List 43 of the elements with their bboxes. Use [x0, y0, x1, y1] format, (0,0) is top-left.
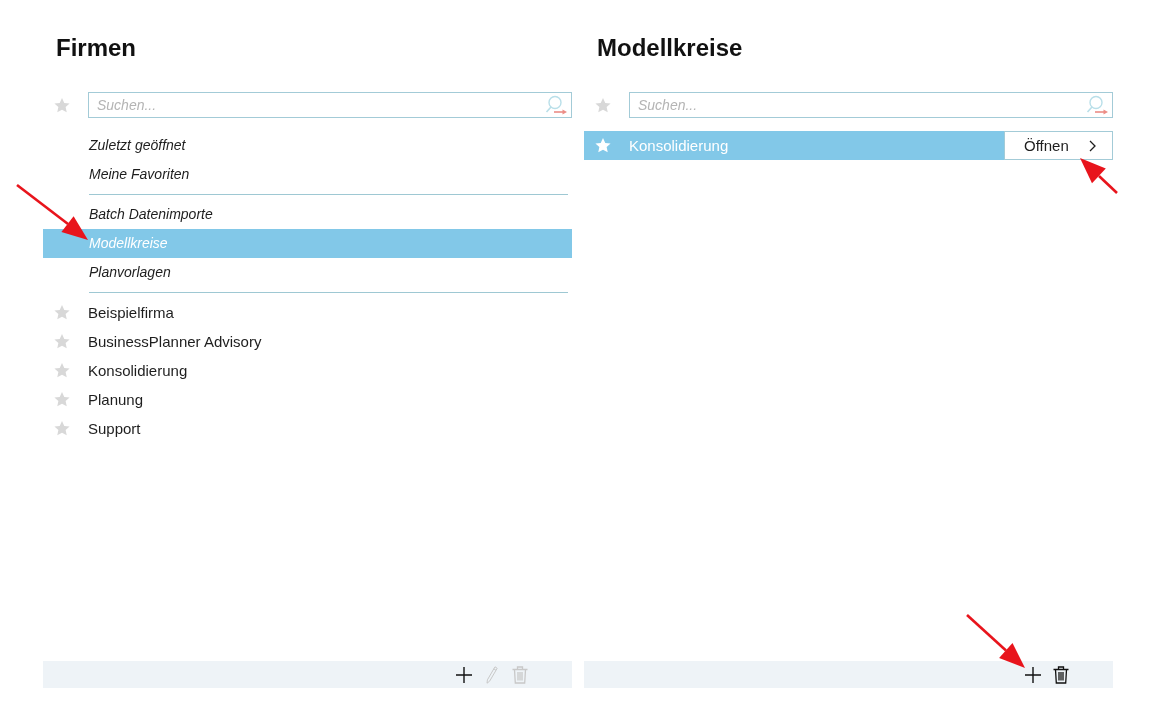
star-icon[interactable]: [595, 138, 611, 153]
list-item[interactable]: Konsolidierung: [43, 356, 572, 385]
chevron-icon: [1089, 139, 1096, 152]
star-icon[interactable]: [54, 392, 70, 407]
search-field[interactable]: Suchen...: [88, 92, 572, 118]
pencil-icon: [486, 665, 498, 684]
nav-item[interactable]: Batch Datenimporte: [43, 200, 572, 229]
arrow-annotation: [1080, 158, 1118, 194]
item-label: Planung: [88, 391, 144, 408]
list-item[interactable]: BusinessPlanner Advisory: [43, 327, 572, 356]
search-icon[interactable]: [543, 95, 567, 115]
add-button[interactable]: [456, 665, 472, 684]
star-icon[interactable]: [54, 334, 70, 349]
nav-item[interactable]: Meine Favoriten: [43, 160, 572, 189]
panel-title: Firmen: [56, 33, 136, 63]
search-field[interactable]: Suchen...: [629, 92, 1113, 118]
plus-icon: [1025, 666, 1041, 683]
trash-icon: [1053, 665, 1069, 684]
add-button[interactable]: [1025, 665, 1041, 684]
list-item[interactable]: Support: [43, 414, 572, 443]
list-item[interactable]: Beispielfirma: [43, 298, 572, 327]
trash-icon: [512, 665, 528, 684]
star-icon[interactable]: [595, 97, 611, 113]
item-label: BusinessPlanner Advisory: [88, 333, 262, 350]
item-label: Beispielfirma: [88, 304, 174, 321]
nav-item[interactable]: Zuletzt geöffnet: [43, 131, 572, 160]
star-icon[interactable]: [54, 363, 70, 378]
item-label: Support: [88, 420, 141, 437]
delete-button[interactable]: [1053, 665, 1069, 684]
list-item[interactable]: Planung: [43, 385, 572, 414]
arrow-annotation: [16, 183, 88, 240]
panel-title: Modellkreise: [597, 33, 743, 63]
plus-icon: [456, 666, 472, 683]
item-label: Konsolidierung: [629, 137, 729, 154]
star-icon[interactable]: [54, 97, 70, 113]
item-label: Konsolidierung: [88, 362, 188, 379]
nav-item[interactable]: Planvorlagen: [43, 258, 572, 287]
arrow-annotation: [966, 614, 1025, 668]
star-icon[interactable]: [54, 421, 70, 436]
open-button[interactable]: Öffnen: [1004, 131, 1113, 160]
star-icon[interactable]: [54, 305, 70, 320]
list-item[interactable]: Konsolidierung Öffnen: [584, 131, 1113, 160]
search-icon[interactable]: [1084, 95, 1108, 115]
